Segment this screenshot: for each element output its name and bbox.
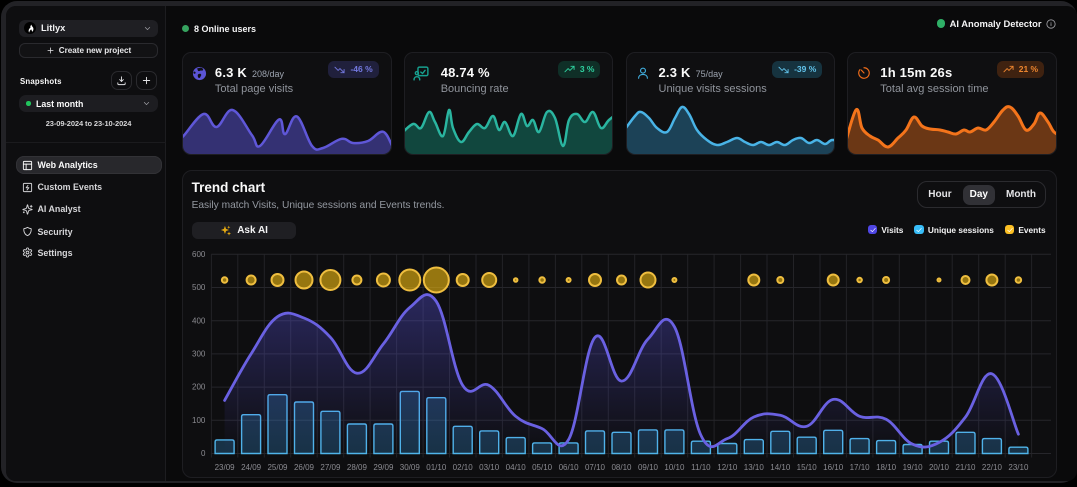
svg-text:26/09: 26/09 xyxy=(294,463,315,472)
svg-text:04/10: 04/10 xyxy=(506,463,527,472)
svg-text:11/10: 11/10 xyxy=(691,463,711,472)
svg-text:400: 400 xyxy=(192,316,206,325)
svg-text:24/09: 24/09 xyxy=(241,463,262,472)
svg-text:23/10: 23/10 xyxy=(1008,463,1029,472)
svg-text:27/09: 27/09 xyxy=(320,463,341,472)
svg-text:10/10: 10/10 xyxy=(664,463,685,472)
svg-text:300: 300 xyxy=(192,349,206,358)
svg-text:28/09: 28/09 xyxy=(347,463,368,472)
svg-text:09/10: 09/10 xyxy=(638,463,659,472)
svg-text:25/09: 25/09 xyxy=(267,463,288,472)
svg-text:0: 0 xyxy=(201,449,206,458)
svg-text:08/10: 08/10 xyxy=(611,463,632,472)
svg-text:01/10: 01/10 xyxy=(426,463,447,472)
svg-text:21/10: 21/10 xyxy=(955,463,976,472)
svg-text:03/10: 03/10 xyxy=(479,463,500,472)
svg-text:30/09: 30/09 xyxy=(400,463,421,472)
svg-text:07/10: 07/10 xyxy=(585,463,606,472)
svg-text:12/10: 12/10 xyxy=(717,463,738,472)
svg-text:19/10: 19/10 xyxy=(903,463,924,472)
svg-text:17/10: 17/10 xyxy=(850,463,871,472)
svg-text:05/10: 05/10 xyxy=(532,463,553,472)
svg-text:600: 600 xyxy=(192,250,206,259)
svg-text:29/09: 29/09 xyxy=(373,463,394,472)
svg-text:15/10: 15/10 xyxy=(797,463,818,472)
svg-text:06/10: 06/10 xyxy=(559,463,580,472)
svg-text:22/10: 22/10 xyxy=(982,463,1003,472)
svg-text:18/10: 18/10 xyxy=(876,463,897,472)
svg-text:23/09: 23/09 xyxy=(215,463,236,472)
svg-text:200: 200 xyxy=(192,383,206,392)
svg-text:16/10: 16/10 xyxy=(823,463,844,472)
svg-text:14/10: 14/10 xyxy=(770,463,791,472)
svg-text:02/10: 02/10 xyxy=(453,463,474,472)
svg-text:20/10: 20/10 xyxy=(929,463,950,472)
svg-text:100: 100 xyxy=(192,416,206,425)
svg-text:13/10: 13/10 xyxy=(744,463,765,472)
svg-text:500: 500 xyxy=(192,283,206,292)
